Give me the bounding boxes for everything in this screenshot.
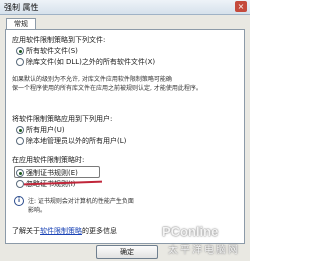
close-icon[interactable]: × <box>235 1 247 12</box>
certificate-note-line-1: 注: 证书规则会对计算机的性能产生负面 <box>28 198 134 205</box>
ok-button[interactable]: 确定 <box>96 245 158 259</box>
software-restriction-policies-link[interactable]: 软件限制策略 <box>40 227 82 235</box>
dialog-title: 强制 属性 <box>4 3 39 12</box>
radio-all-software-files-label[interactable]: 所有软件文件(S) <box>26 46 78 56</box>
general-panel: 应用软件限制策略到下列文件: 所有软件文件(S) 除库文件(如 DLL)之外的所… <box>5 29 245 244</box>
info-icon: i <box>14 196 24 206</box>
radio-except-library-files-label[interactable]: 除库文件(如 DLL)之外的所有软件文件(X) <box>26 57 155 67</box>
certificate-note-line-2: 影响。 <box>28 207 47 214</box>
radio-all-users-label[interactable]: 所有用户(U) <box>26 125 65 135</box>
library-note-line-2: 保一个程序使用的所有库文件在应用之前被规则认定, 才能使用此程序。 <box>12 85 202 92</box>
learn-more-text: 了解关于软件限制策略的更多信息 <box>12 226 117 236</box>
learn-more-suffix: 的更多信息 <box>82 227 117 235</box>
learn-more-prefix: 了解关于 <box>12 227 40 235</box>
radio-all-users[interactable] <box>16 126 24 134</box>
radio-except-local-admins-label[interactable]: 除本地管理员以外的所有用户(L) <box>26 136 126 146</box>
selection-highlight-box <box>14 166 100 178</box>
apply-heading: 应用软件限制策略到下列文件: <box>12 36 106 44</box>
properties-dialog: 强制 属性 × 常规 应用软件限制策略到下列文件: 所有软件文件(S) 除库文件… <box>0 0 250 261</box>
enforce-heading: 在应用软件限制策略时: <box>12 156 85 164</box>
radio-except-local-admins[interactable] <box>16 137 24 145</box>
title-bar[interactable]: 强制 属性 × <box>0 0 250 15</box>
users-heading: 将软件限制策略应用到下列用户: <box>12 115 113 123</box>
radio-except-library-files[interactable] <box>16 58 24 66</box>
library-note-line-1: 如果默认的级别为不允许, 对库文件应用软件限制策略可能确 <box>12 76 172 83</box>
radio-all-software-files[interactable] <box>16 47 24 55</box>
radio-ignore-certificate-rules[interactable] <box>16 180 24 188</box>
